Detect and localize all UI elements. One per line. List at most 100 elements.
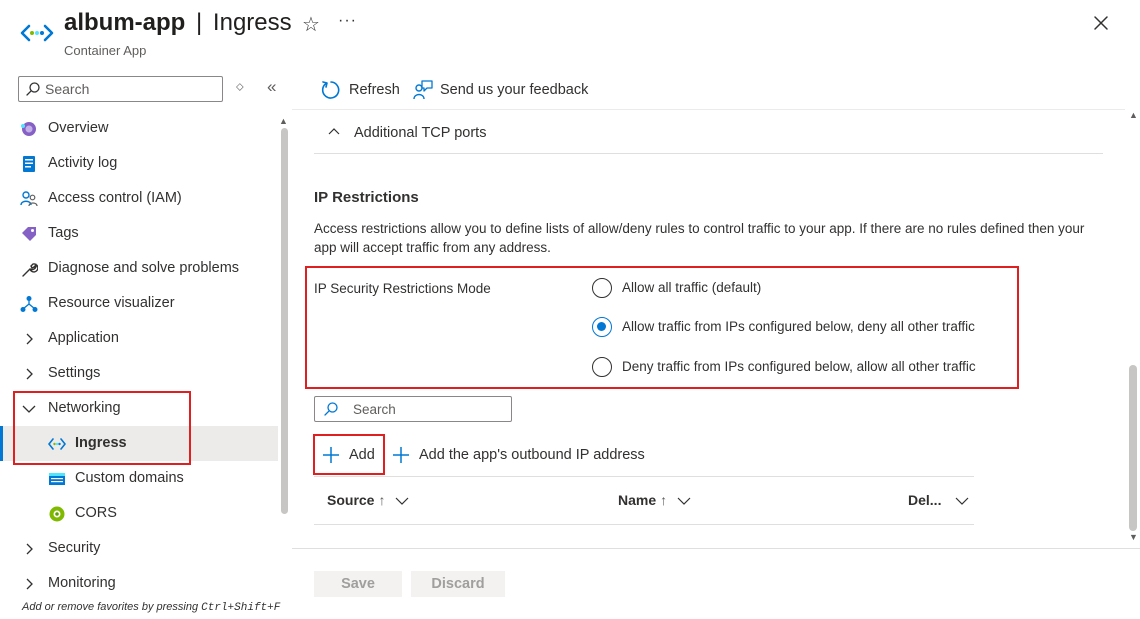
refresh-icon — [321, 81, 340, 99]
page-title: album-app | Ingress — [64, 9, 292, 37]
column-header-source[interactable]: Source ↑ — [327, 492, 409, 508]
chevron-up-icon — [328, 128, 340, 135]
sidebar-nav: Overview Activity log Access control (IA… — [0, 111, 278, 601]
scroll-up-arrow-icon[interactable]: ▲ — [1129, 110, 1138, 120]
ip-restrictions-description: Access restrictions allow you to define … — [314, 221, 1085, 255]
sidebar-search-input[interactable] — [45, 79, 215, 99]
tag-icon — [22, 227, 36, 241]
feedback-button[interactable]: Send us your feedback — [412, 78, 592, 104]
sidebar-item-label: Activity log — [48, 155, 118, 171]
scroll-down-arrow-icon[interactable]: ▼ — [1129, 532, 1138, 542]
sidebar-item-security[interactable]: Security — [0, 531, 278, 566]
rules-table-header: Source ↑ Name ↑ Del... — [314, 476, 974, 525]
sidebar-item-label: Access control (IAM) — [48, 190, 182, 206]
main-scroll-thumb[interactable] — [1129, 365, 1137, 531]
radio-circle[interactable] — [592, 357, 612, 377]
search-icon — [324, 402, 338, 416]
footer-divider — [292, 548, 1140, 549]
radio-circle[interactable] — [592, 278, 612, 298]
more-options-icon[interactable]: ··· — [338, 12, 357, 30]
cors-icon — [49, 506, 65, 522]
favorites-hint-keys: Ctrl+Shift+F — [201, 602, 281, 614]
mode-label: IP Security Restrictions Mode — [314, 281, 491, 296]
rules-search-box[interactable] — [314, 396, 512, 422]
chevron-right-icon — [26, 578, 33, 590]
sidebar-item-activity-log[interactable]: Activity log — [0, 146, 278, 181]
sidebar-item-label: Application — [48, 330, 119, 346]
page-subtitle: Container App — [64, 43, 147, 58]
tcp-ports-section-header[interactable]: Additional TCP ports — [314, 114, 1103, 154]
favorites-hint: Add or remove favorites by pressing Ctrl… — [22, 601, 280, 614]
column-header-name[interactable]: Name ↑ — [618, 492, 691, 508]
discard-button[interactable]: Discard — [411, 571, 505, 597]
sidebar-item-label: CORS — [75, 505, 117, 521]
sidebar-item-label: Diagnose and solve problems — [48, 260, 240, 276]
networking-highlight-box — [13, 391, 191, 465]
add-outbound-ip-label: Add the app's outbound IP address — [419, 447, 645, 463]
save-button[interactable]: Save — [314, 571, 402, 597]
sidebar: ⬦ « Overview Activity log — [0, 68, 292, 619]
plus-icon — [393, 447, 409, 463]
sidebar-item-access-control[interactable]: Access control (IAM) — [0, 181, 278, 216]
add-button[interactable]: Add — [321, 443, 381, 467]
sidebar-item-label: Tags — [48, 225, 79, 241]
tcp-ports-label: Additional TCP ports — [354, 125, 487, 141]
refresh-label: Refresh — [349, 82, 400, 98]
sidebar-item-application[interactable]: Application — [0, 321, 278, 356]
toolbar-divider — [292, 109, 1125, 110]
sidebar-item-cors[interactable]: CORS — [0, 496, 278, 531]
page-name: Ingress — [212, 9, 292, 36]
rules-search-input[interactable] — [353, 399, 503, 419]
sidebar-item-overview[interactable]: Overview — [0, 111, 278, 146]
activity-log-icon — [23, 156, 35, 172]
sort-updown-icon[interactable]: ⬦ — [236, 81, 244, 94]
container-app-icon — [20, 24, 54, 42]
sidebar-item-label: Settings — [48, 365, 101, 381]
resource-visualizer-icon — [20, 296, 38, 312]
chevron-down-icon[interactable] — [677, 496, 691, 506]
plus-icon — [323, 447, 339, 463]
column-label: Name — [618, 492, 657, 508]
page-header: album-app | Ingress Container App ☆ ··· — [0, 0, 1140, 68]
feedback-label: Send us your feedback — [440, 82, 589, 98]
favorite-star-icon[interactable]: ☆ — [302, 12, 320, 37]
ip-restrictions-heading: IP Restrictions — [314, 189, 419, 206]
wrench-icon — [22, 263, 38, 277]
sidebar-item-settings[interactable]: Settings — [0, 356, 278, 391]
search-icon — [26, 82, 40, 96]
sidebar-item-label: Custom domains — [75, 470, 184, 486]
sidebar-item-label: Monitoring — [48, 575, 116, 591]
scroll-up-arrow-icon[interactable]: ▲ — [279, 116, 288, 126]
radio-label: Allow traffic from IPs configured below,… — [622, 319, 975, 334]
sidebar-scroll-thumb[interactable] — [281, 128, 288, 514]
favorites-hint-text: Add or remove favorites by pressing — [22, 601, 202, 613]
close-icon[interactable] — [1090, 12, 1112, 34]
iam-icon — [20, 191, 38, 207]
chevron-right-icon — [26, 368, 33, 380]
sidebar-item-resource-visualizer[interactable]: Resource visualizer — [0, 286, 278, 321]
overview-icon — [21, 122, 36, 136]
feedback-icon — [413, 80, 433, 100]
sidebar-scrollbar[interactable]: ▲ ▼ — [279, 116, 289, 590]
sidebar-item-label: Overview — [48, 120, 109, 136]
collapse-sidebar-icon[interactable]: « — [267, 77, 276, 97]
main-scrollbar[interactable]: ▲ ▼ — [1127, 110, 1139, 546]
refresh-button[interactable]: Refresh — [320, 78, 400, 104]
add-label: Add — [349, 447, 375, 463]
sidebar-search-box[interactable] — [18, 76, 223, 102]
column-header-delete[interactable]: Del... — [908, 492, 969, 508]
sort-arrow: ↑ — [660, 492, 668, 508]
chevron-down-icon[interactable] — [955, 496, 969, 506]
radio-label: Deny traffic from IPs configured below, … — [622, 359, 976, 374]
chevron-right-icon — [26, 543, 33, 555]
add-outbound-ip-button[interactable]: Add the app's outbound IP address — [391, 443, 651, 467]
sidebar-item-custom-domains[interactable]: Custom domains — [0, 461, 278, 496]
sidebar-item-diagnose[interactable]: Diagnose and solve problems — [0, 251, 278, 286]
title-separator: | — [196, 9, 203, 36]
sidebar-item-monitoring[interactable]: Monitoring — [0, 566, 278, 601]
radio-label: Allow all traffic (default) — [622, 280, 762, 295]
sidebar-item-tags[interactable]: Tags — [0, 216, 278, 251]
chevron-down-icon[interactable] — [395, 496, 409, 506]
radio-circle[interactable] — [592, 317, 612, 337]
custom-domains-icon — [49, 473, 65, 485]
